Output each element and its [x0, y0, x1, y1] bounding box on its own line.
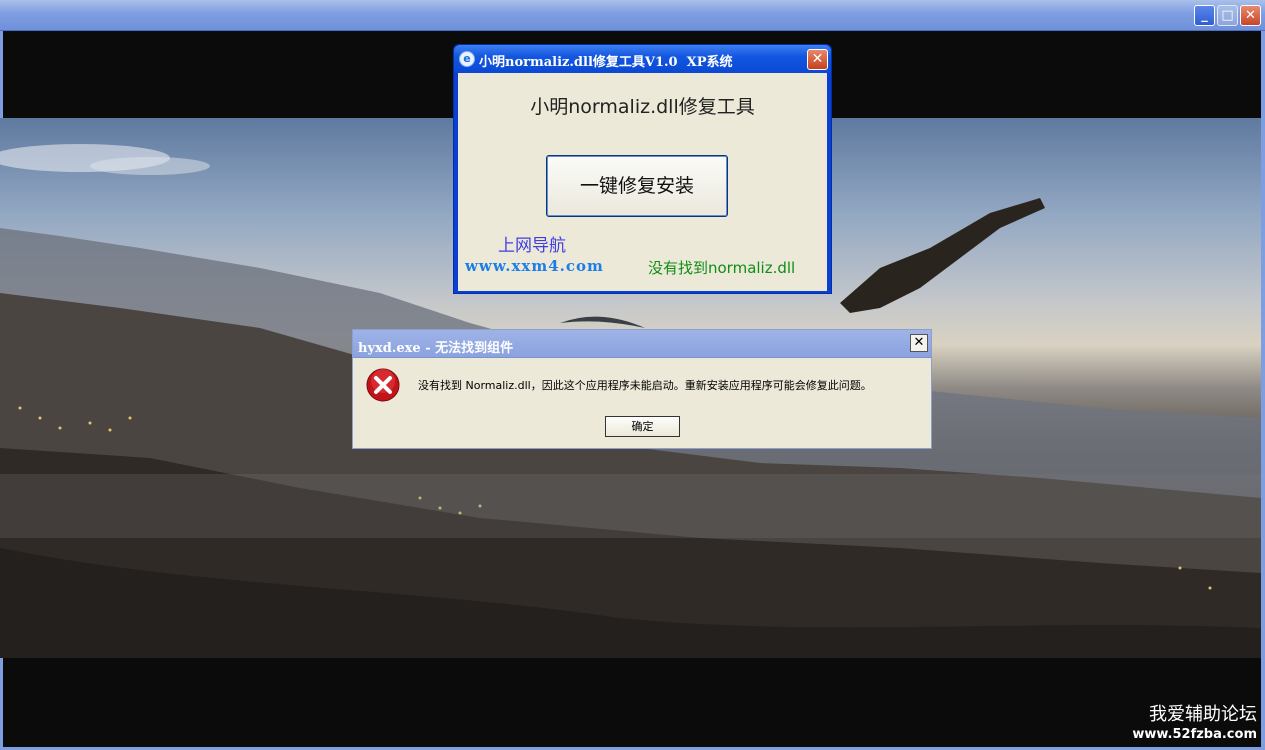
app-icon: e — [459, 51, 475, 67]
repair-tool-titlebar[interactable]: e 小明normaliz.dll修复工具V1.0 XP系统 ✕ — [454, 45, 831, 73]
minimize-button[interactable]: _ — [1194, 5, 1215, 26]
window-controls: _ □ ✕ — [1194, 5, 1261, 26]
error-dialog-titlebar[interactable]: hyxd.exe - 无法找到组件 ✕ — [353, 330, 931, 358]
window-frame-right — [1261, 31, 1265, 750]
error-message: 没有找到 Normaliz.dll，因此这个应用程序未能启动。重新安装应用程序可… — [418, 379, 872, 392]
status-text: 没有找到normaliz.dll — [648, 259, 796, 277]
game-window: _ □ ✕ e 小明normaliz.dll修复工具V1.0 XP系统 ✕ 小明… — [0, 0, 1265, 750]
game-window-titlebar[interactable]: _ □ ✕ — [0, 0, 1265, 31]
watermark-url: www.52fzba.com — [1132, 727, 1257, 742]
error-icon — [366, 368, 400, 402]
repair-tool-body: 小明normaliz.dll修复工具 一键修复安装 上网导航 www.xxm4.… — [458, 73, 827, 291]
repair-tool-dialog: e 小明normaliz.dll修复工具V1.0 XP系统 ✕ 小明normal… — [453, 44, 832, 294]
error-dialog: hyxd.exe - 无法找到组件 ✕ 没有找到 Normaliz.dll，因此… — [352, 329, 932, 449]
error-dialog-close-button[interactable]: ✕ — [910, 334, 928, 352]
maximize-button[interactable]: □ — [1217, 5, 1238, 26]
ok-button[interactable]: 确定 — [605, 416, 680, 437]
watermark-title: 我爱辅助论坛 — [1149, 704, 1257, 725]
close-button[interactable]: ✕ — [1240, 5, 1261, 26]
website-link[interactable]: www.xxm4.com — [465, 257, 604, 275]
one-click-repair-button[interactable]: 一键修复安装 — [546, 155, 728, 217]
navigation-link[interactable]: 上网导航 — [498, 231, 566, 256]
repair-tool-heading: 小明normaliz.dll修复工具 — [530, 96, 755, 118]
repair-tool-close-button[interactable]: ✕ — [807, 49, 828, 70]
scene-overlay-band — [0, 474, 1261, 538]
error-dialog-title: hyxd.exe - 无法找到组件 — [358, 341, 514, 356]
site-watermark: 我爱辅助论坛 www.52fzba.com — [1132, 704, 1257, 744]
repair-tool-title: 小明normaliz.dll修复工具V1.0 XP系统 — [479, 55, 733, 70]
